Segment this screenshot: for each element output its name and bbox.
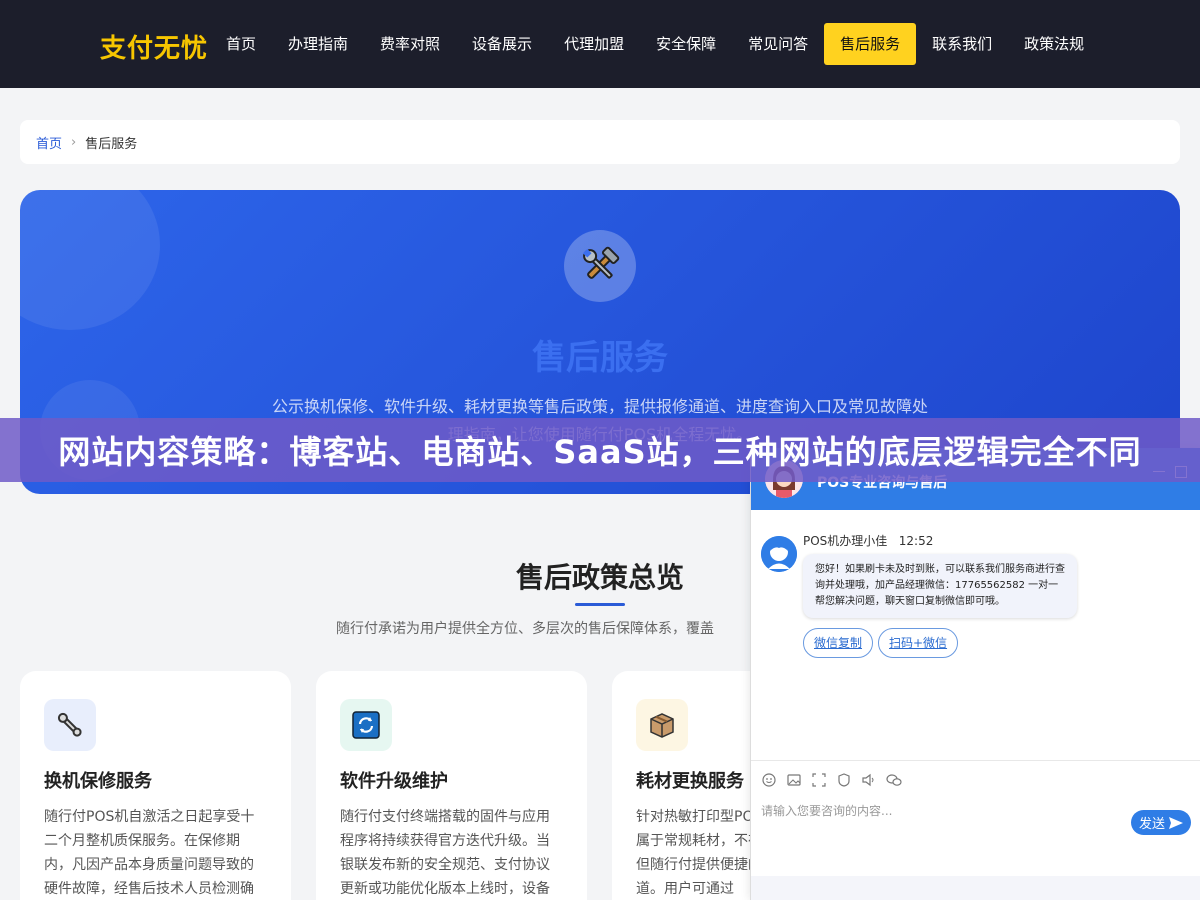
refresh-icon [340, 699, 392, 751]
hero-decor-circle [20, 190, 160, 330]
chat-footer [751, 876, 1200, 900]
breadcrumb-home-link[interactable]: 首页 [36, 133, 62, 152]
site-logo[interactable]: 支付无忧 [100, 28, 208, 65]
policy-card-repair: 换机保修服务 随行付POS机自激活之日起享受十二个月整机质保服务。在保修期内，凡… [20, 671, 291, 900]
policy-card-upgrade: 软件升级维护 随行付支付终端搭载的固件与应用程序将持续获得官方迭代升级。当银联发… [316, 671, 587, 900]
nav-item-aftersales[interactable]: 售后服务 [824, 23, 917, 65]
nav-item-guide[interactable]: 办理指南 [272, 23, 364, 65]
screenshot-icon[interactable] [811, 772, 827, 788]
card-text: 随行付支付终端搭载的固件与应用程序将持续获得官方迭代升级。当银联发布新的安全规范… [340, 809, 550, 897]
scan-wechat-button[interactable]: 扫码+微信 [878, 628, 959, 658]
send-button[interactable]: 发送 [1131, 810, 1191, 835]
message-time: 12:52 [898, 534, 934, 548]
chat-input[interactable]: 请输入您要咨询的内容... [761, 802, 892, 819]
nav-item-security[interactable]: 安全保障 [640, 23, 732, 65]
package-icon [636, 699, 688, 751]
card-text: 随行付POS机自激活之日起享受十二个月整机质保服务。在保修期内，凡因产品本身质量… [44, 809, 255, 897]
sender-name: POS机办理小佳 [803, 534, 888, 548]
copy-wechat-button[interactable]: 微信复制 [803, 628, 874, 658]
main-nav: 首页 办理指南 费率对照 设备展示 代理加盟 安全保障 常见问答 售后服务 联系… [210, 23, 1100, 65]
voice-icon[interactable] [861, 772, 877, 788]
send-label: 发送 [1138, 817, 1165, 832]
title-underline [575, 603, 625, 606]
nav-item-devices[interactable]: 设备展示 [456, 23, 548, 65]
tools-icon [564, 230, 636, 302]
breadcrumb: 首页 › 售后服务 [20, 120, 1180, 164]
chat-widget: POS专业咨询与售后 POS机办理小佳 12:52 您好！如果刷卡未及时到账，可… [750, 448, 1200, 900]
send-icon [1169, 816, 1183, 829]
breadcrumb-separator: › [71, 134, 77, 150]
evaluate-icon[interactable] [836, 772, 852, 788]
top-navbar: 支付无忧 首页 办理指南 费率对照 设备展示 代理加盟 安全保障 常见问答 售后… [0, 0, 1200, 88]
wechat-icon[interactable] [886, 772, 902, 788]
nav-item-home[interactable]: 首页 [210, 23, 272, 65]
chat-toolbar [751, 760, 1200, 798]
nav-item-agent[interactable]: 代理加盟 [548, 23, 640, 65]
card-title: 软件升级维护 [340, 771, 448, 792]
overlay-banner: 网站内容策略：博客站、电商站、SaaS站，三种网站的底层逻辑完全不同 [0, 418, 1200, 482]
message-meta: POS机办理小佳 12:52 [803, 532, 933, 549]
image-icon[interactable] [786, 772, 802, 788]
breadcrumb-current: 售后服务 [85, 136, 138, 152]
wrench-icon [44, 699, 96, 751]
section-subtitle: 随行付承诺为用户提供全方位、多层次的售后保障体系，覆盖 [336, 621, 714, 637]
nav-item-policy[interactable]: 政策法规 [1008, 23, 1100, 65]
nav-item-contact[interactable]: 联系我们 [916, 23, 1008, 65]
hero-title: 售后服务 [532, 338, 668, 378]
nav-item-rates[interactable]: 费率对照 [364, 23, 456, 65]
emoji-icon[interactable] [761, 772, 777, 788]
card-title: 换机保修服务 [44, 771, 152, 792]
message-bubble: 您好！如果刷卡未及时到账，可以联系我们服务商进行查询并处理哦，加产品经理微信：1… [803, 554, 1077, 618]
sender-avatar [761, 536, 797, 572]
banner-text: 网站内容策略：博客站、电商站、SaaS站，三种网站的底层逻辑完全不同 [58, 433, 1142, 471]
nav-item-faq[interactable]: 常见问答 [732, 23, 824, 65]
